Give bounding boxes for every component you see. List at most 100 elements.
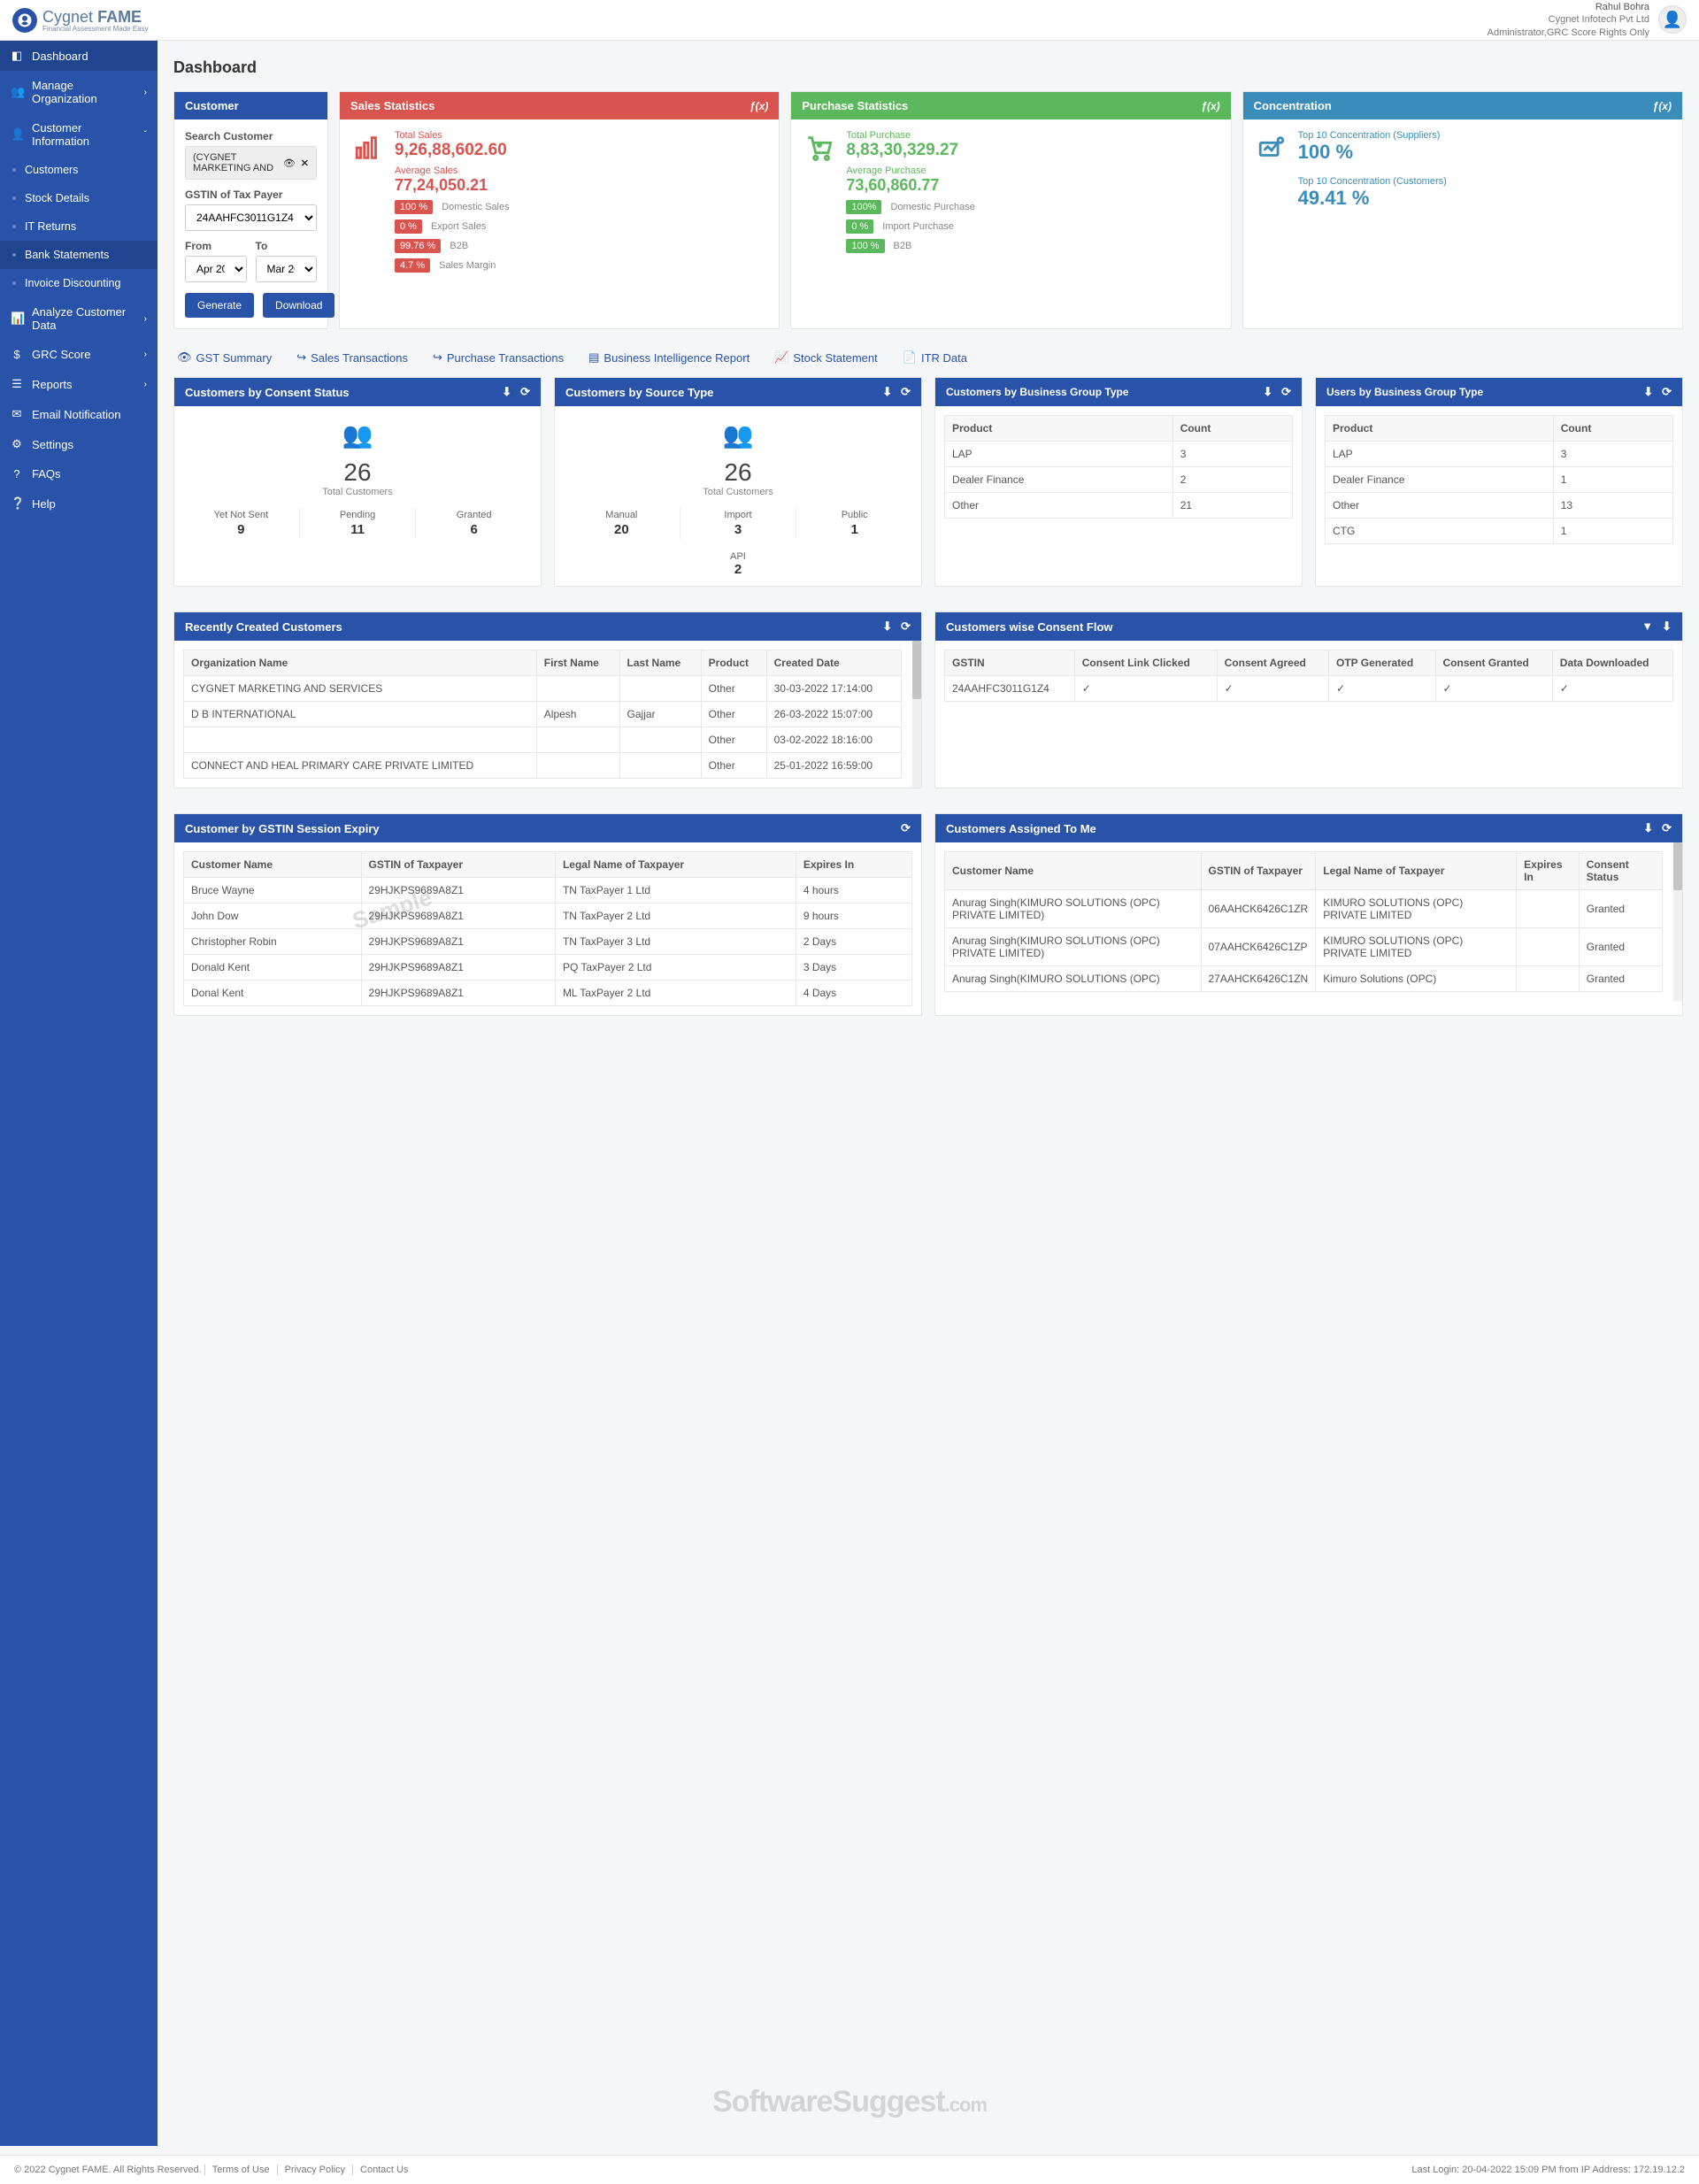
- sidebar-item-faqs[interactable]: ?FAQs: [0, 459, 158, 488]
- help-icon: ❔: [11, 496, 23, 511]
- table-row[interactable]: Anurag Singh(KIMURO SOLUTIONS (OPC) PRIV…: [945, 890, 1663, 928]
- scrollbar[interactable]: [912, 641, 921, 788]
- sidebar-item-customer-information[interactable]: 👤Customer Informationˇ: [0, 113, 158, 156]
- footer-link[interactable]: Privacy Policy: [277, 2165, 352, 2175]
- download-icon[interactable]: ⬇: [1643, 385, 1653, 399]
- download-icon[interactable]: ⬇: [1643, 821, 1653, 835]
- sidebar-item-invoice-discounting[interactable]: Invoice Discounting: [0, 269, 158, 297]
- fx-icon[interactable]: ƒ(x): [750, 100, 768, 112]
- fx-icon[interactable]: ƒ(x): [1653, 100, 1672, 112]
- recent-customers-panel: Recently Created Customers ⬇⟳ Organizati…: [173, 611, 922, 788]
- table-row[interactable]: CYGNET MARKETING AND SERVICESOther30-03-…: [184, 676, 902, 702]
- faq-icon: ?: [11, 467, 23, 481]
- sidebar-item-analyze-customer-data[interactable]: 📊Analyze Customer Data›: [0, 297, 158, 340]
- footer-link[interactable]: Terms of Use: [204, 2165, 277, 2175]
- table-row[interactable]: Donald Kent29HJKPS9689A8Z1PQ TaxPayer 2 …: [184, 955, 912, 980]
- logo[interactable]: Cygnet FAME Financial Assessment Made Ea…: [12, 8, 149, 33]
- table-row[interactable]: Anurag Singh(KIMURO SOLUTIONS (OPC) PRIV…: [945, 928, 1663, 966]
- table-row[interactable]: Other13: [1326, 493, 1673, 519]
- table-row[interactable]: Anurag Singh(KIMURO SOLUTIONS (OPC)27AAH…: [945, 966, 1663, 992]
- download-icon[interactable]: ⬇: [502, 385, 511, 399]
- refresh-icon[interactable]: ⟳: [901, 619, 911, 634]
- table-row[interactable]: LAP3: [1326, 442, 1673, 467]
- gstin-select[interactable]: 24AAHFC3011G1Z4: [185, 204, 317, 231]
- expiry-panel: Customer by GSTIN Session Expiry ⟳ Custo…: [173, 813, 922, 1016]
- check-icon: ✓: [1336, 682, 1345, 695]
- table-row[interactable]: Bruce Wayne29HJKPS9689A8Z1TN TaxPayer 1 …: [184, 878, 912, 904]
- gear-icon: ⚙: [11, 437, 23, 451]
- sidebar-item-grc-score[interactable]: $GRC Score›: [0, 340, 158, 369]
- stat-line: 0 %Export Sales: [395, 219, 768, 234]
- refresh-icon[interactable]: ⟳: [520, 385, 530, 399]
- tab-business-intelligence-report[interactable]: ▤ Business Intelligence Report: [588, 350, 750, 365]
- table-row[interactable]: 24AAHFC3011G1Z4✓✓✓✓✓: [945, 676, 1673, 702]
- download-icon[interactable]: ⬇: [882, 385, 892, 399]
- sidebar-item-customers[interactable]: Customers: [0, 156, 158, 184]
- download-icon[interactable]: ⬇: [1662, 619, 1672, 634]
- refresh-icon[interactable]: ⟳: [1662, 821, 1672, 835]
- table-row[interactable]: LAP3: [945, 442, 1293, 467]
- sidebar-item-dashboard[interactable]: ◧Dashboard: [0, 41, 158, 71]
- check-icon: ✓: [1082, 682, 1091, 695]
- filter-icon[interactable]: ▼: [1641, 619, 1653, 634]
- fx-icon[interactable]: ƒ(x): [1201, 100, 1219, 112]
- users-icon: 👤: [11, 127, 23, 142]
- sidebar-item-manage-organization[interactable]: 👥Manage Organization›: [0, 71, 158, 113]
- generate-button[interactable]: Generate: [185, 293, 254, 318]
- tab-icon: ↪: [296, 350, 306, 365]
- sidebar-item-email-notification[interactable]: ✉Email Notification: [0, 399, 158, 429]
- sidebar-item-bank-statements[interactable]: Bank Statements: [0, 241, 158, 269]
- table-row[interactable]: Dealer Finance2: [945, 467, 1293, 493]
- avatar-icon[interactable]: 👤: [1658, 5, 1687, 34]
- sidebar: ◧Dashboard👥Manage Organization›👤Customer…: [0, 41, 158, 2146]
- concentration-icon: [1254, 130, 1289, 165]
- user-box[interactable]: Rahul Bohra Cygnet Infotech Pvt Ltd Admi…: [1488, 1, 1687, 39]
- table-row[interactable]: Dealer Finance1: [1326, 467, 1673, 493]
- stat-line: 99.76 %B2B: [395, 239, 768, 253]
- bar-chart-icon: [350, 130, 386, 165]
- table-row[interactable]: D B INTERNATIONALAlpeshGajjarOther26-03-…: [184, 702, 902, 727]
- tab-stock-statement[interactable]: 📈 Stock Statement: [774, 350, 878, 365]
- refresh-icon[interactable]: ⟳: [901, 385, 911, 399]
- download-button[interactable]: Download: [263, 293, 334, 318]
- sidebar-item-it-returns[interactable]: IT Returns: [0, 212, 158, 241]
- table-row[interactable]: CTG1: [1326, 519, 1673, 544]
- table-row[interactable]: John Dow29HJKPS9689A8Z1TN TaxPayer 2 Ltd…: [184, 904, 912, 929]
- logo-text: Cygnet FAME: [42, 8, 142, 26]
- eye-icon[interactable]: 👁: [283, 158, 296, 169]
- close-icon[interactable]: ✕: [301, 158, 309, 169]
- download-icon[interactable]: ⬇: [1263, 385, 1272, 399]
- sidebar-item-reports[interactable]: ☰Reports›: [0, 369, 158, 399]
- sidebar-item-help[interactable]: ❔Help: [0, 488, 158, 519]
- sidebar-item-stock-details[interactable]: Stock Details: [0, 184, 158, 212]
- mail-icon: ✉: [11, 407, 23, 421]
- tab-icon: 👁: [177, 350, 192, 365]
- refresh-icon[interactable]: ⟳: [1281, 385, 1291, 399]
- table-row[interactable]: Donal Kent29HJKPS9689A8Z1ML TaxPayer 2 L…: [184, 980, 912, 1006]
- tab-gst-summary[interactable]: 👁 GST Summary: [177, 350, 272, 365]
- avg-sales: 77,24,050.21: [395, 176, 768, 195]
- table-row[interactable]: Other21: [945, 493, 1293, 519]
- footer-link[interactable]: Contact Us: [352, 2165, 415, 2175]
- from-select[interactable]: Apr 2020: [185, 256, 247, 282]
- to-select[interactable]: Mar 2021: [256, 256, 318, 282]
- table-row[interactable]: Other03-02-2022 18:16:00: [184, 727, 902, 753]
- purchase-card: Purchase Statisticsƒ(x) Total Purchase 8…: [790, 91, 1231, 329]
- stat-line: 100 %B2B: [846, 239, 1219, 253]
- download-icon[interactable]: ⬇: [882, 619, 892, 634]
- customer-chip[interactable]: (CYGNET MARKETING AND 👁 ✕: [185, 146, 317, 180]
- tab-purchase-transactions[interactable]: ↪ Purchase Transactions: [433, 350, 564, 365]
- concentration-card: Concentrationƒ(x) Top 10 Concentration (…: [1242, 91, 1683, 329]
- chevron-icon: ›: [144, 314, 147, 324]
- table-row[interactable]: Christopher Robin29HJKPS9689A8Z1TN TaxPa…: [184, 929, 912, 955]
- scrollbar[interactable]: [1673, 842, 1682, 1001]
- refresh-icon[interactable]: ⟳: [1662, 385, 1672, 399]
- search-label: Search Customer: [185, 130, 317, 142]
- consent-flow-panel: Customers wise Consent Flow ▼⬇ GSTINCons…: [934, 611, 1683, 788]
- page-title: Dashboard: [173, 58, 1683, 77]
- tab-sales-transactions[interactable]: ↪ Sales Transactions: [296, 350, 408, 365]
- tab-itr-data[interactable]: 📄 ITR Data: [903, 350, 967, 365]
- refresh-icon[interactable]: ⟳: [901, 821, 911, 835]
- table-row[interactable]: CONNECT AND HEAL PRIMARY CARE PRIVATE LI…: [184, 753, 902, 779]
- sidebar-item-settings[interactable]: ⚙Settings: [0, 429, 158, 459]
